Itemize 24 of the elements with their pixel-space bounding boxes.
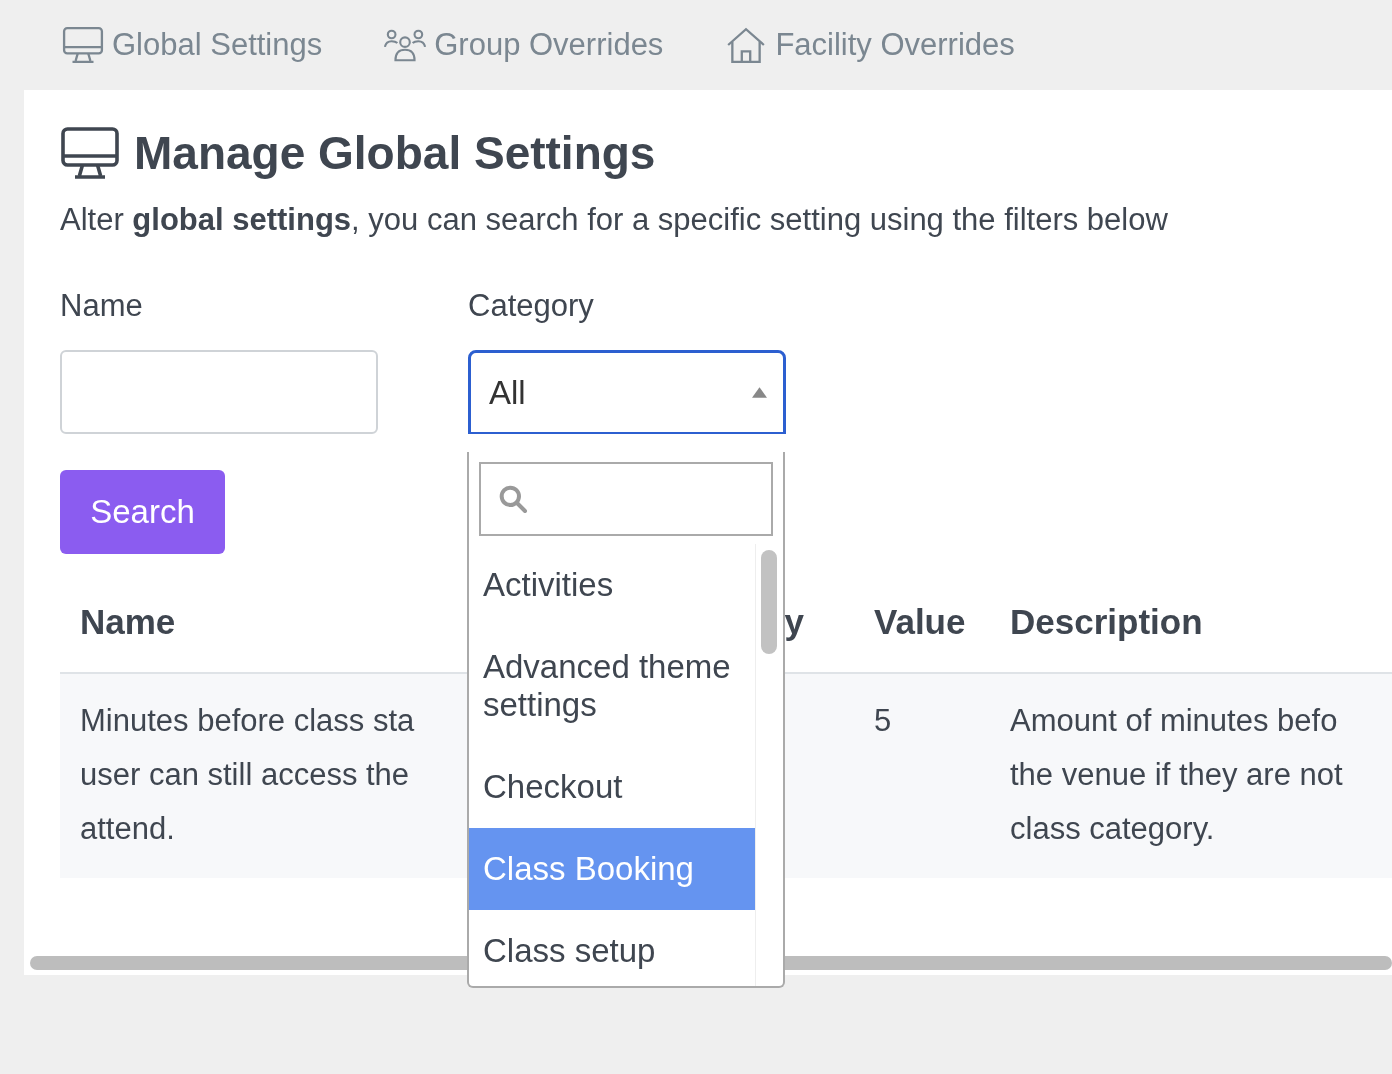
- page-description: Alter global settings, you can search for a specific setting using the filters below: [60, 202, 1169, 238]
- monitor-icon: [60, 126, 120, 180]
- table-cell-text: 5: [873, 702, 893, 740]
- field-label: Category: [468, 288, 595, 324]
- column-header: Value: [873, 602, 967, 642]
- category-select[interactable]: All: [468, 350, 786, 434]
- dropdown-option[interactable]: Activities: [469, 544, 755, 626]
- column-header: Description: [1009, 602, 1204, 642]
- column-header: y: [783, 602, 805, 642]
- name-input-field[interactable]: [60, 350, 378, 434]
- page-title: Manage Global Settings: [134, 126, 656, 180]
- search-field[interactable]: [479, 462, 773, 536]
- field-label: Name: [60, 288, 144, 324]
- dropdown-option[interactable]: Class setup: [469, 910, 755, 986]
- dropdown-option[interactable]: Checkout: [469, 746, 755, 828]
- monitor-icon: [62, 26, 104, 64]
- column-header: Name: [79, 602, 177, 642]
- caret-icon: [752, 387, 767, 398]
- search-button[interactable]: Search: [60, 470, 225, 554]
- table-cell-text: Amount of minutes befo the venue if they are not class category.: [1009, 702, 1344, 848]
- dropdown-option[interactable]: Advanced theme settings: [469, 626, 755, 746]
- search-icon: [497, 483, 529, 515]
- scrollbar-thumb[interactable]: [761, 550, 777, 654]
- table-cell-text: Minutes before class sta user can still access the attend.: [79, 702, 416, 848]
